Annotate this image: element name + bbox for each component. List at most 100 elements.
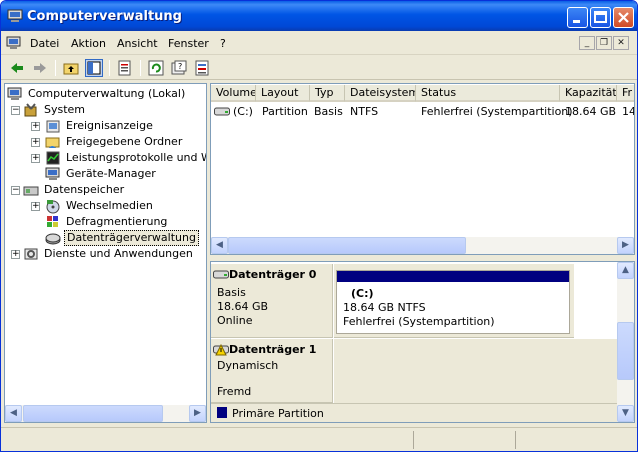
- console-tree-icon: [87, 61, 101, 75]
- collapse-datenspeicher-toggle[interactable]: −: [11, 186, 20, 195]
- expand-wechselmedien-toggle[interactable]: +: [31, 202, 40, 211]
- list-scroll-right-button[interactable]: ▶: [617, 237, 634, 254]
- disk-0-size: 18.64 GB: [217, 300, 269, 313]
- refresh-icon[interactable]: [147, 59, 165, 77]
- maximize-icon: [594, 11, 607, 23]
- status-panel-1: [413, 431, 513, 449]
- main-window: Computerverwaltung Datei Aktion Ansicht …: [0, 0, 638, 452]
- legend-swatch: [217, 407, 227, 418]
- window-title: Computerverwaltung: [27, 9, 182, 24]
- partition-label: (C:): [351, 287, 374, 300]
- disk-management-icon: [45, 233, 61, 245]
- disk-1-type: Dynamisch: [217, 359, 279, 372]
- tree-label-geraete-manager: Geräte-Manager: [66, 167, 156, 180]
- cell-status: Fehlerfrei (Systempartition): [421, 105, 573, 118]
- disk-graphical-view: Datenträger 0 Basis 18.64 GB Online (C:)…: [210, 261, 635, 423]
- column-dateisystem[interactable]: Dateisystem: [345, 85, 416, 102]
- child-restore-button[interactable]: ❐: [596, 36, 612, 50]
- cell-type: Basis: [314, 105, 343, 118]
- performance-logs-icon: [46, 151, 60, 165]
- title-bar[interactable]: Computerverwaltung: [1, 1, 637, 31]
- disk-1-state: Fremd: [217, 385, 252, 398]
- menu-aktion[interactable]: Aktion: [71, 37, 106, 50]
- disk-0-state: Online: [217, 314, 253, 327]
- legend-bar: Primäre Partition: [211, 403, 619, 422]
- details-pane: Volume Layout Typ Dateisystem Status Kap…: [210, 83, 635, 423]
- cell-filesystem: NTFS: [350, 105, 379, 118]
- tree-label-leistungsprotokolle: Leistungsprotokolle und Warn: [66, 151, 206, 164]
- back-arrow-icon[interactable]: [8, 59, 26, 77]
- tree-label-defragmentierung: Defragmentierung: [66, 215, 168, 228]
- column-typ[interactable]: Typ: [310, 85, 345, 102]
- child-minimize-button[interactable]: _: [579, 36, 595, 50]
- partition-c[interactable]: (C:) 18.64 GB NTFS Fehlerfrei (Systempar…: [336, 270, 570, 334]
- menu-ansicht[interactable]: Ansicht: [117, 37, 158, 50]
- tree-label-freigegebene-ordner: Freigegebene Ordner: [66, 135, 183, 148]
- status-bar: [1, 427, 637, 451]
- disk-0-area: (C:) 18.64 GB NTFS Fehlerfrei (Systempar…: [334, 264, 574, 338]
- tree-horizontal-scrollbar[interactable]: ◀ ▶: [5, 405, 206, 422]
- menu-bar: Datei Aktion Ansicht Fenster ? _ ❐ ✕: [1, 31, 637, 55]
- vertical-scroll-thumb[interactable]: [617, 322, 634, 380]
- collapse-system-toggle[interactable]: −: [11, 106, 20, 115]
- disk-icon: [213, 270, 229, 279]
- disk-0-type: Basis: [217, 286, 246, 299]
- expand-dienste-toggle[interactable]: +: [11, 250, 20, 259]
- computer-icon: [7, 87, 22, 100]
- menu-help[interactable]: ?: [220, 37, 226, 50]
- graph-vertical-scrollbar[interactable]: ▲ ▼: [617, 262, 634, 422]
- tree-label-root: Computerverwaltung (Lokal): [28, 87, 186, 100]
- system-tools-icon: [24, 103, 37, 117]
- properties-icon[interactable]: [116, 59, 134, 77]
- minimize-button[interactable]: [567, 7, 588, 28]
- status-panel-2: [515, 431, 633, 449]
- shared-folder-icon: [45, 137, 60, 148]
- show-tree-button[interactable]: [85, 59, 103, 77]
- expand-ereignisanzeige-toggle[interactable]: +: [31, 122, 40, 131]
- storage-icon: [23, 186, 39, 196]
- disk-1-header[interactable]: Datenträger 1 Dynamisch Fremd: [211, 339, 333, 403]
- removable-storage-icon: [46, 200, 60, 214]
- list-scroll-thumb[interactable]: [228, 237, 466, 254]
- tree-label-wechselmedien: Wechselmedien: [66, 199, 153, 212]
- column-kapazitaet[interactable]: Kapazität: [560, 85, 617, 102]
- help-icon[interactable]: ?: [170, 59, 188, 77]
- foreign-disk-warning-icon: [213, 344, 229, 356]
- mmc-icon: [6, 36, 21, 49]
- partition-bar: [337, 271, 569, 282]
- close-button[interactable]: [613, 7, 634, 28]
- cell-capacity: 18.64 GB: [565, 105, 617, 118]
- list-scroll-left-button[interactable]: ◀: [211, 237, 228, 254]
- menu-fenster[interactable]: Fenster: [168, 37, 209, 50]
- tree-label-datentraegerverwaltung: Datenträgerverwaltung: [64, 230, 199, 246]
- scroll-right-button[interactable]: ▶: [189, 405, 206, 422]
- column-status[interactable]: Status: [416, 85, 560, 102]
- event-viewer-icon: [46, 120, 60, 133]
- device-manager-icon: [45, 167, 60, 180]
- disk-0-header[interactable]: Datenträger 0 Basis 18.64 GB Online: [211, 264, 333, 338]
- list-horizontal-scrollbar[interactable]: ◀ ▶: [211, 237, 634, 254]
- minimize-icon: [573, 20, 580, 23]
- svg-text:?: ?: [178, 62, 182, 71]
- scroll-left-button[interactable]: ◀: [5, 405, 22, 422]
- tree-label-ereignisanzeige: Ereignisanzeige: [66, 119, 153, 132]
- expand-leistungsprotokolle-toggle[interactable]: +: [31, 154, 40, 163]
- export-list-icon[interactable]: [193, 59, 211, 77]
- column-free[interactable]: Fr: [617, 85, 634, 102]
- scroll-thumb[interactable]: [23, 405, 163, 422]
- scroll-down-button[interactable]: ▼: [617, 405, 634, 422]
- maximize-button[interactable]: [590, 7, 611, 28]
- partition-status: Fehlerfrei (Systempartition): [343, 315, 495, 328]
- disk-0-name: Datenträger 0: [229, 268, 317, 281]
- cell-volume: (C:): [233, 105, 253, 118]
- menu-datei[interactable]: Datei: [30, 37, 59, 50]
- up-folder-icon[interactable]: [62, 59, 80, 77]
- cell-layout: Partition: [262, 105, 308, 118]
- expand-freigegebene-ordner-toggle[interactable]: +: [31, 138, 40, 147]
- close-icon: [618, 12, 629, 23]
- child-close-button[interactable]: ✕: [613, 36, 629, 50]
- scroll-up-button[interactable]: ▲: [617, 262, 634, 279]
- column-layout[interactable]: Layout: [256, 85, 310, 102]
- column-volume[interactable]: Volume: [211, 85, 256, 102]
- forward-arrow-icon[interactable]: [31, 59, 49, 77]
